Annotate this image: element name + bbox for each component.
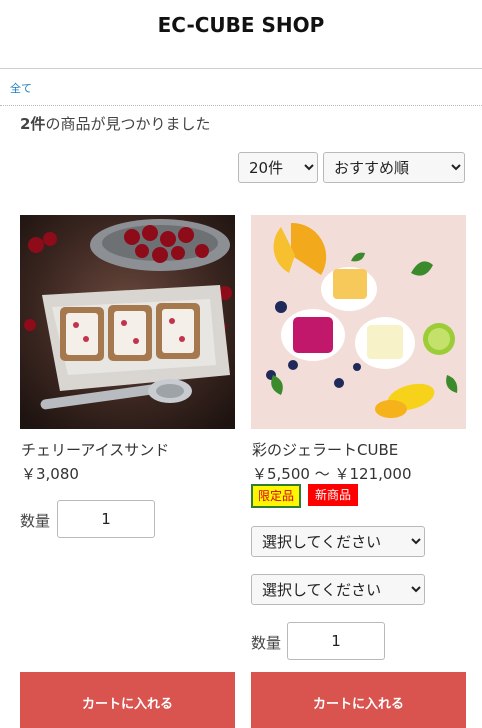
breadcrumb: 全て xyxy=(0,69,482,106)
sort-order-select[interactable]: おすすめ順 xyxy=(323,152,465,183)
product-image-gelato[interactable] xyxy=(251,215,466,429)
quantity-input[interactable] xyxy=(287,622,385,660)
product-image-cherry[interactable] xyxy=(20,215,235,429)
product-name[interactable]: チェリーアイスサンド xyxy=(21,439,169,460)
option-select-2[interactable]: 選択してください xyxy=(251,574,425,605)
result-count: 2件 xyxy=(20,115,46,133)
option-select-1[interactable]: 選択してください xyxy=(251,526,425,557)
quantity-label: 数量 xyxy=(20,512,51,530)
tag-limited-badge: 限定品 xyxy=(251,484,302,508)
result-suffix: の商品が見つかりました xyxy=(45,115,211,133)
cherry-ice-sandwich-photo-icon xyxy=(20,215,235,429)
quantity-input[interactable] xyxy=(57,500,155,538)
tag-new-badge: 新商品 xyxy=(308,484,358,506)
breadcrumb-all-link[interactable]: 全て xyxy=(10,80,32,96)
product-price: ￥3,080 xyxy=(21,465,79,483)
site-header: EC-CUBE SHOP xyxy=(0,0,482,69)
quantity-label: 数量 xyxy=(251,634,282,652)
per-page-select[interactable]: 20件 xyxy=(238,152,318,183)
product-price: ￥5,500 ～ ￥121,000 xyxy=(252,465,412,483)
gelato-cube-photo-icon xyxy=(251,215,466,429)
shop-title[interactable]: EC-CUBE SHOP xyxy=(0,13,482,37)
product-name[interactable]: 彩のジェラートCUBE xyxy=(252,439,398,460)
result-count-text: 2件の商品が見つかりました xyxy=(20,113,210,134)
